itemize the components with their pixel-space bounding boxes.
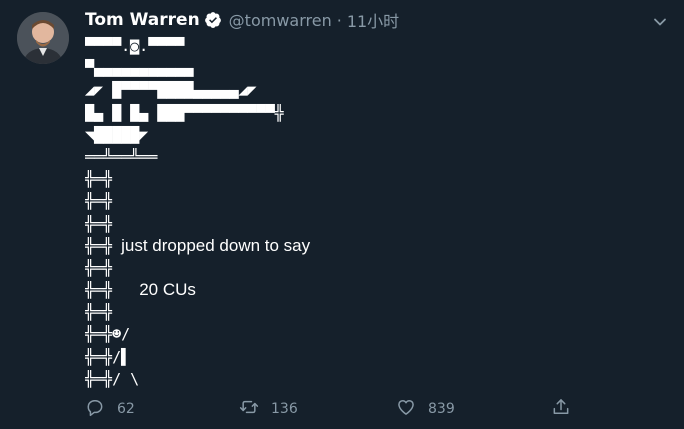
ascii-line-10-art: ╬═╬	[85, 236, 113, 255]
ascii-line-13: ╬═╬	[85, 303, 113, 322]
tweet-text-cus: 20 CUs	[139, 280, 196, 300]
reply-count: 62	[117, 401, 135, 417]
reply-button[interactable]: 62	[85, 397, 135, 421]
tweet-actions: 62 136 839	[85, 397, 585, 421]
reply-bubble-icon	[85, 397, 105, 421]
ascii-line-10: ╬═╬ just dropped down to say	[85, 235, 645, 257]
heart-icon	[396, 397, 416, 421]
chevron-down-icon[interactable]	[653, 14, 667, 28]
retweet-count: 136	[271, 401, 298, 417]
ascii-line-7: ╬═╬	[85, 170, 113, 189]
ascii-line-3: ◢◤ █▀▀▀▀████▄▄▄▄▄◢◤	[85, 81, 257, 100]
ascii-line-12-art: ╬═╬	[85, 281, 113, 300]
header-separator: ·	[336, 10, 342, 30]
ascii-line-8: ╬═╬	[85, 192, 113, 211]
avatar[interactable]	[17, 12, 69, 64]
ascii-line-5: ◥█████◤	[85, 125, 149, 144]
share-upload-icon	[551, 397, 571, 421]
like-button[interactable]: 839	[396, 397, 455, 421]
ascii-line-1: ▀▀▀▀.◙.▀▀▀▀	[85, 37, 185, 55]
share-button[interactable]	[551, 397, 571, 421]
ascii-line-15: ╬═╬/▌	[85, 347, 131, 366]
ascii-line-2: ▀▄▄▄▄▄▄▄▄▄▄▄	[85, 59, 194, 78]
ascii-line-9: ╬═╬	[85, 214, 113, 233]
tweet-header: Tom Warren @tomwarren · 11小时	[85, 8, 399, 32]
like-count: 839	[428, 401, 455, 417]
author-handle[interactable]: @tomwarren	[229, 11, 332, 30]
ascii-line-12: ╬═╬ 20 CUs	[85, 279, 645, 301]
tweet-text-line: just dropped down to say	[121, 235, 311, 255]
ascii-line-6: ══╩══╩══	[85, 147, 158, 166]
tweet-card: Tom Warren @tomwarren · 11小时 ▀▀▀▀.◙.▀▀▀▀…	[0, 0, 684, 429]
tweet-timestamp[interactable]: 11小时	[347, 8, 399, 32]
author-name[interactable]: Tom Warren	[85, 10, 200, 30]
ascii-line-16: ╬═╬/ \	[85, 369, 140, 388]
verified-badge-icon	[204, 11, 222, 29]
tweet-body: ▀▀▀▀.◙.▀▀▀▀ ▀▄▄▄▄▄▄▄▄▄▄▄ ◢◤ █▀▀▀▀████▄▄▄…	[85, 35, 645, 390]
retweet-icon	[239, 397, 259, 421]
ascii-line-14: ╬═╬☻/	[85, 325, 131, 344]
ascii-line-4: █▄ █ █▄ ███▀▀▀▀▀▀▀▀▀▀╬	[85, 103, 284, 122]
ascii-line-11: ╬═╬	[85, 258, 113, 277]
retweet-button[interactable]: 136	[239, 397, 298, 421]
